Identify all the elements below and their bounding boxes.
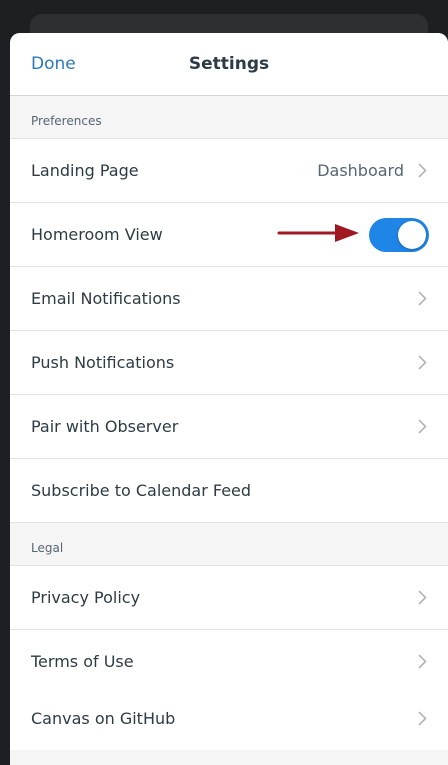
chevron-right-icon — [418, 163, 427, 178]
chevron-right-icon — [418, 419, 427, 434]
navigation-bar: Settings Done — [10, 33, 448, 96]
chevron-right-icon — [418, 590, 427, 605]
row-canvas-github[interactable]: Canvas on GitHub — [10, 687, 448, 751]
row-privacy-policy[interactable]: Privacy Policy — [10, 566, 448, 630]
chevron-right-icon — [418, 355, 427, 370]
row-label: Homeroom View — [31, 225, 163, 244]
row-pair-with-observer[interactable]: Pair with Observer — [10, 395, 448, 459]
chevron-right-icon — [418, 291, 427, 306]
row-landing-page[interactable]: Landing Page Dashboard — [10, 139, 448, 203]
homeroom-view-toggle[interactable] — [369, 218, 429, 252]
row-label: Pair with Observer — [31, 417, 179, 436]
row-label: Push Notifications — [31, 353, 175, 372]
toggle-knob — [398, 221, 426, 249]
row-homeroom-view: Homeroom View — [10, 203, 448, 267]
chevron-right-icon — [418, 711, 427, 726]
row-label: Email Notifications — [31, 289, 181, 308]
section-header-label: Legal — [31, 541, 64, 555]
landing-page-value: Dashboard — [317, 161, 404, 180]
row-label: Terms of Use — [31, 652, 134, 671]
section-header-preferences: Preferences — [10, 96, 448, 139]
bottom-spacer — [10, 750, 448, 765]
section-header-legal: Legal — [10, 523, 448, 566]
row-push-notifications[interactable]: Push Notifications — [10, 331, 448, 395]
row-email-notifications[interactable]: Email Notifications — [10, 267, 448, 331]
arrow-right-icon — [277, 224, 359, 242]
row-terms-of-use[interactable]: Terms of Use — [10, 630, 448, 694]
row-label: Privacy Policy — [31, 588, 141, 607]
done-button[interactable]: Done — [31, 33, 76, 95]
section-header-label: Preferences — [31, 114, 102, 128]
row-label: Canvas on GitHub — [31, 709, 176, 728]
settings-sheet: Settings Done Preferences Landing Page D… — [10, 33, 448, 765]
row-label: Landing Page — [31, 161, 139, 180]
row-subscribe-calendar[interactable]: Subscribe to Calendar Feed — [10, 459, 448, 523]
chevron-right-icon — [418, 654, 427, 669]
device-frame: Settings Done Preferences Landing Page D… — [0, 0, 448, 765]
row-label: Subscribe to Calendar Feed — [31, 481, 252, 500]
